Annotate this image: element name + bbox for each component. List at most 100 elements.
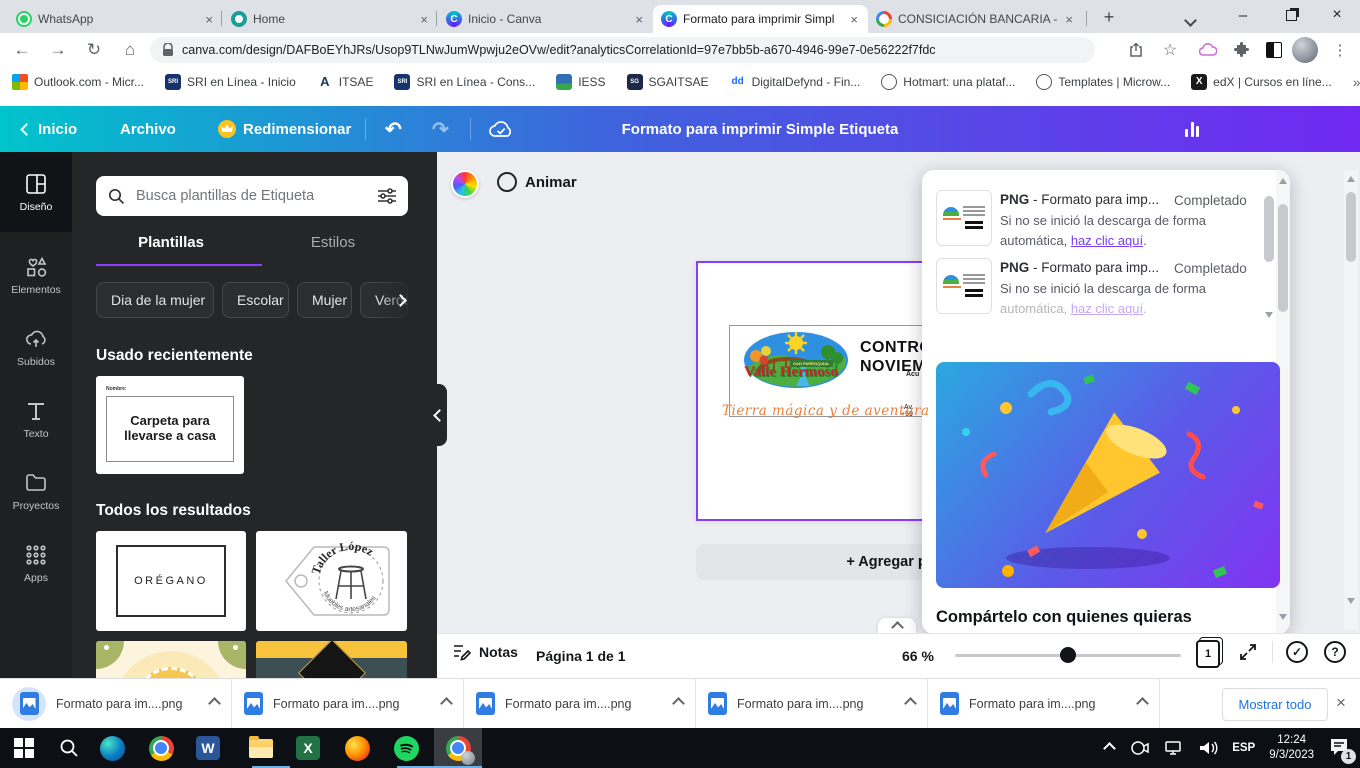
download-menu-chevron-icon[interactable]	[440, 697, 453, 710]
notes-button[interactable]: Notas	[452, 642, 518, 661]
bookmark-templates[interactable]: Templates | Microw...	[1036, 74, 1170, 90]
taskbar-search-button[interactable]	[47, 728, 91, 768]
window-minimize-button[interactable]: –	[1220, 0, 1266, 30]
download-item[interactable]: Formato para im....png	[696, 679, 928, 728]
list-scrollbar-thumb[interactable]	[1264, 196, 1274, 262]
tab-close-icon[interactable]: ×	[203, 12, 215, 27]
taskbar-firefox-button[interactable]	[335, 728, 379, 768]
bookmark-star-icon[interactable]: ☆	[1156, 36, 1184, 64]
chips-scroll-right-icon[interactable]	[396, 292, 405, 310]
show-all-downloads-button[interactable]: Mostrar todo	[1222, 688, 1328, 721]
extension-square-icon[interactable]	[1260, 36, 1288, 64]
template-search[interactable]	[96, 176, 408, 216]
share-page-icon[interactable]	[1122, 36, 1150, 64]
extension-cloud-icon[interactable]	[1194, 36, 1222, 64]
insights-button[interactable]	[1185, 106, 1199, 152]
undo-button[interactable]: ↶	[385, 106, 402, 152]
sidebar-item-elementos[interactable]: Elementos	[0, 240, 72, 310]
animate-button[interactable]: Animar	[497, 172, 577, 192]
tab-whatsapp[interactable]: WhatsApp ×	[8, 5, 223, 33]
download-link[interactable]: haz clic aquí	[1071, 301, 1143, 316]
download-thumbnail[interactable]	[936, 258, 992, 314]
download-menu-chevron-icon[interactable]	[1136, 697, 1149, 710]
keyboard-language[interactable]: ESP	[1232, 742, 1255, 754]
taskbar-chrome-button[interactable]	[139, 728, 183, 768]
tab-close-icon[interactable]: ×	[1063, 12, 1075, 27]
chip-escolar[interactable]: Escolar	[222, 282, 289, 318]
chip-mujer[interactable]: Mujer	[297, 282, 352, 318]
tab-home[interactable]: Home ×	[223, 5, 438, 33]
window-close-button[interactable]: ×	[1314, 0, 1360, 30]
document-title[interactable]: Formato para imprimir Simple Etiqueta	[622, 106, 899, 152]
tab-close-icon[interactable]: ×	[848, 12, 860, 27]
taskbar-spotify-button[interactable]	[384, 728, 428, 768]
hidden-icons-chevron[interactable]	[1103, 742, 1116, 755]
template-thumb-oregano[interactable]: ORÉGANO	[96, 531, 246, 631]
tab-inicio-canva[interactable]: C Inicio - Canva ×	[438, 5, 653, 33]
sidebar-item-subidos[interactable]: Subidos	[0, 312, 72, 382]
tab-consiciacion[interactable]: CONSICIACIÓN BANCARIA - ×	[868, 5, 1083, 33]
address-bar[interactable]: canva.com/design/DAFBoEYhJRs/Usop9TLNwJu…	[150, 37, 1095, 63]
resize-button[interactable]: Redimensionar	[218, 106, 351, 152]
search-input[interactable]	[134, 187, 369, 205]
download-item[interactable]: Formato para im....png	[928, 679, 1160, 728]
bookmark-digitaldefynd[interactable]: dd DigitalDefynd - Fin...	[730, 74, 861, 90]
clock[interactable]: 12:24 9/3/2023	[1269, 733, 1314, 763]
tab-formato-active[interactable]: C Formato para imprimir Simpl ×	[653, 5, 868, 33]
download-item[interactable]: Formato para im....png	[0, 679, 232, 728]
tab-estilos[interactable]: Estilos	[258, 234, 408, 251]
close-downloads-bar-icon[interactable]: ×	[1336, 693, 1346, 713]
collapse-toolbar-button[interactable]	[878, 618, 916, 634]
taskbar-word-button[interactable]: W	[186, 728, 230, 768]
sidebar-item-proyectos[interactable]: Proyectos	[0, 456, 72, 526]
zoom-slider-thumb[interactable]	[1060, 647, 1076, 663]
notification-center-button[interactable]: 1	[1328, 737, 1350, 760]
download-item[interactable]: Formato para im....png	[464, 679, 696, 728]
panel-collapse-handle[interactable]	[429, 384, 447, 446]
help-button[interactable]: ?	[1324, 641, 1346, 663]
background-color-swatch[interactable]	[451, 170, 479, 198]
tab-close-icon[interactable]: ×	[418, 12, 430, 27]
bookmarks-overflow-icon[interactable]: »	[1353, 74, 1360, 90]
back-icon[interactable]: ←	[8, 36, 36, 64]
fullscreen-button[interactable]	[1238, 642, 1258, 667]
chip-dia-de-la-mujer[interactable]: Dia de la mujer	[96, 282, 214, 318]
tab-search-chevron-icon[interactable]	[1186, 12, 1195, 30]
page-indicator[interactable]: Página 1 de 1	[536, 648, 625, 664]
taskbar-explorer-button[interactable]	[239, 728, 283, 768]
home-icon[interactable]: ⌂	[116, 36, 144, 64]
grid-view-button[interactable]: 1	[1196, 640, 1220, 668]
filter-icon[interactable]	[378, 188, 396, 204]
bookmark-itsae[interactable]: A ITSAE	[317, 74, 374, 90]
redo-button[interactable]: ↷	[432, 106, 449, 152]
bookmark-sri-consultas[interactable]: SRI SRI en Línea - Cons...	[394, 74, 535, 90]
taskbar-excel-button[interactable]: X	[286, 728, 330, 768]
start-button[interactable]	[2, 728, 46, 768]
scrollbar-thumb[interactable]	[1346, 192, 1356, 262]
download-menu-chevron-icon[interactable]	[672, 697, 685, 710]
download-link[interactable]: haz clic aquí	[1071, 233, 1143, 248]
download-item[interactable]: Formato para im....png	[232, 679, 464, 728]
window-restore-button[interactable]	[1268, 0, 1314, 30]
sidebar-item-apps[interactable]: Apps	[0, 528, 72, 598]
forward-icon[interactable]: →	[44, 36, 72, 64]
network-icon[interactable]	[1164, 740, 1184, 756]
panel-scrollbar-thumb[interactable]	[1278, 204, 1288, 312]
taskbar-edge-button[interactable]	[90, 728, 134, 768]
template-thumb-taller-lopez[interactable]: Taller López Muebles artesanales	[256, 531, 407, 631]
bookmark-edx[interactable]: X edX | Cursos en líne...	[1191, 74, 1332, 90]
browser-menu-icon[interactable]: ⋮	[1326, 36, 1354, 64]
window-scrollbar[interactable]	[1344, 170, 1358, 630]
reload-icon[interactable]: ↻	[80, 36, 108, 64]
new-tab-button[interactable]: +	[1096, 4, 1122, 30]
label-tagline[interactable]: Tierra mágica y de aventura	[722, 403, 930, 419]
meet-now-icon[interactable]	[1130, 740, 1150, 756]
download-menu-chevron-icon[interactable]	[208, 697, 221, 710]
home-back-button[interactable]: Inicio	[22, 106, 77, 152]
download-thumbnail[interactable]	[936, 190, 992, 246]
volume-icon[interactable]	[1198, 740, 1220, 756]
extensions-puzzle-icon[interactable]	[1228, 36, 1256, 64]
taskbar-chrome-profile-button[interactable]	[434, 728, 482, 768]
bookmark-outlook[interactable]: Outlook.com - Micr...	[12, 74, 144, 90]
bookmark-iess[interactable]: IESS	[556, 74, 605, 90]
